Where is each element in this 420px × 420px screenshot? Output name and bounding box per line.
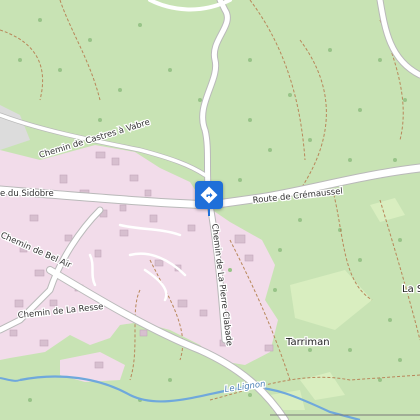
place-tarriman: Tarriman <box>285 337 330 348</box>
directions-icon <box>200 186 218 204</box>
directions-marker[interactable] <box>195 181 223 209</box>
label-route-sidobre: e du Sidobre <box>0 189 54 199</box>
place-la-s: La S <box>402 284 420 295</box>
map-view[interactable]: Chemin de Castres à Vabre e du Sidobre R… <box>0 0 420 420</box>
map-canvas: Chemin de Castres à Vabre e du Sidobre R… <box>0 0 420 420</box>
marker-stem <box>208 209 210 216</box>
